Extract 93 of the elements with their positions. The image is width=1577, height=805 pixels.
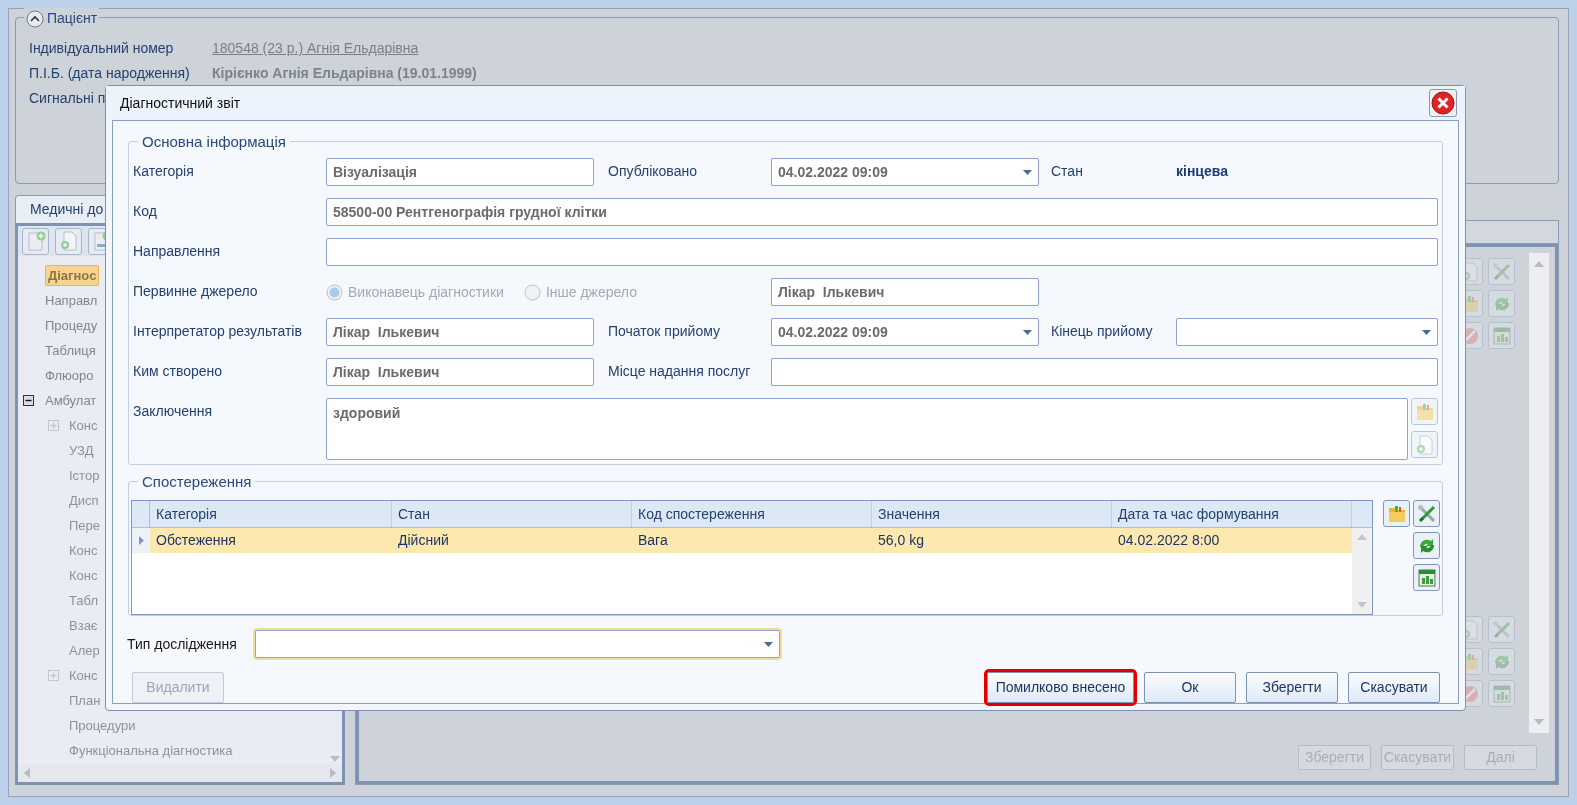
row-pointer-icon [138, 536, 144, 545]
table-cell-text: Дійсний [397, 531, 450, 550]
dropdown-field[interactable] [1176, 318, 1438, 346]
dialog-button[interactable]: Скасувати [1348, 672, 1440, 703]
field-label: Категорія [133, 162, 195, 181]
field-label: Направлення [133, 242, 222, 261]
text-field[interactable]: 58500-00 Рентгенографія грудної клітки [326, 198, 1438, 226]
close-icon [1431, 91, 1455, 115]
horizontal-scrollbar[interactable] [18, 764, 342, 782]
scroll-down-icon[interactable] [1357, 602, 1367, 608]
section-title: Пацієнт [47, 9, 98, 28]
caret-icon [764, 641, 773, 647]
column-header[interactable]: Дата та час формування [1112, 501, 1352, 527]
tree-item[interactable]: Направл [45, 290, 98, 311]
scroll-left-icon[interactable] [24, 768, 30, 778]
field-label: Ким створено [133, 362, 224, 381]
dropdown-field[interactable]: 04.02.2022 09:09 [771, 158, 1039, 186]
tree-item[interactable]: План [69, 690, 101, 711]
field-label: Місце надання послуг [608, 362, 752, 381]
tree-item[interactable]: Пере [69, 515, 101, 536]
window-title: Діагностичний звіт [120, 93, 241, 113]
tree-item[interactable]: Діагнос [45, 264, 100, 287]
expand-icon[interactable] [48, 670, 59, 681]
collapse-icon[interactable] [23, 395, 34, 406]
tree-item[interactable]: Конс [69, 565, 98, 586]
tree-item[interactable]: Процеду [45, 315, 98, 336]
field-label: Код [133, 202, 158, 221]
field-label: Сигнальні п [29, 89, 106, 108]
close-button[interactable] [1429, 89, 1457, 117]
text-field[interactable] [326, 238, 1438, 266]
scroll-up-icon[interactable] [1534, 261, 1544, 267]
tree-item[interactable]: УЗД [69, 440, 94, 461]
tree-item[interactable]: Конс [69, 415, 98, 436]
column-header[interactable]: Код спостереження [632, 501, 872, 527]
field-label: Кінець прийому [1051, 322, 1154, 341]
caret-icon [1023, 169, 1032, 175]
scroll-down-icon[interactable] [330, 756, 340, 762]
text-field[interactable]: Лікар Ількевич [771, 278, 1039, 306]
dialog-button[interactable]: Ок [1144, 672, 1236, 703]
column-header[interactable]: Стан [392, 501, 632, 527]
text-field[interactable]: Лікар Ількевич [326, 318, 594, 346]
text-field[interactable]: Візуалізація [326, 158, 594, 186]
field-label: Тип дослідження [127, 634, 238, 654]
tree-item[interactable]: Алер [69, 640, 100, 661]
tools-icon[interactable] [1415, 502, 1438, 525]
field-label: Стан [1051, 162, 1084, 181]
tools-icon[interactable] [1490, 618, 1513, 641]
vertical-scrollbar[interactable] [1352, 528, 1372, 614]
field-label: Індивідуальний номер [29, 39, 175, 58]
tree-item[interactable]: Процедури [69, 715, 136, 736]
table-cell-text: 04.02.2022 8:00 [1117, 531, 1221, 550]
field-value: Кірієнко Агнія Ельдарівна (19.01.1999) [212, 64, 477, 83]
tree-item[interactable]: Конс [69, 540, 98, 561]
field-label: Інтерпретатор результатів [133, 322, 303, 341]
tree-item[interactable]: Дисп [69, 490, 99, 511]
field-label: П.І.Б. (дата народження) [29, 64, 191, 83]
scroll-up-icon[interactable] [1357, 534, 1367, 540]
tree-item[interactable]: Амбулат [45, 390, 97, 411]
patient-link[interactable]: 180548 (23 р.) Агнія Ельдарівна [212, 38, 419, 59]
scroll-right-icon[interactable] [330, 768, 336, 778]
tree-item[interactable]: Конс [69, 665, 98, 686]
table-icon[interactable] [1415, 566, 1438, 589]
text-area[interactable]: здоровий [326, 398, 1408, 460]
scroll-down-icon[interactable] [1534, 719, 1544, 725]
dialog-button[interactable]: Зберегти [1246, 672, 1338, 703]
tree-item[interactable]: Флюоро [45, 365, 94, 386]
dropdown-field[interactable]: 04.02.2022 09:09 [771, 318, 1039, 346]
text-field[interactable]: Лікар Ількевич [326, 358, 594, 386]
tree-item[interactable]: Функціональна діагностика [69, 740, 233, 761]
table-cell-text: Вага [637, 531, 669, 550]
field-label: Первинне джерело [133, 282, 259, 301]
table-row[interactable]: Обстеження Дійсний Вага 56,0 kg 04.02.2022 8:00 [132, 528, 1352, 553]
tree-item[interactable]: Таблиця [45, 340, 96, 361]
field-label: Заключення [133, 402, 213, 421]
dialog-button[interactable]: Помилково внесено [987, 672, 1134, 703]
column-header[interactable]: Категорія [150, 501, 392, 527]
caret-icon [1023, 329, 1032, 335]
tree-item[interactable]: Табл [69, 590, 99, 611]
column-header[interactable]: Значення [872, 501, 1112, 527]
tools-icon[interactable] [1490, 260, 1513, 283]
tree-item[interactable]: Взає [69, 615, 98, 636]
field-label: Початок прийому [608, 322, 721, 341]
collapse-icon[interactable] [26, 9, 44, 28]
expand-icon[interactable] [48, 420, 59, 431]
field-label: Опубліковано [608, 162, 698, 181]
dropdown-field[interactable] [255, 630, 780, 658]
text-field[interactable] [771, 358, 1438, 386]
table-cell-text: Обстеження [155, 531, 237, 550]
vertical-scrollbar[interactable] [1529, 253, 1549, 733]
caret-icon [1422, 329, 1431, 335]
status-value: кінцева [1176, 162, 1228, 181]
tree-item[interactable]: Істор [69, 465, 100, 486]
table-cell-text: 56,0 kg [877, 531, 925, 550]
